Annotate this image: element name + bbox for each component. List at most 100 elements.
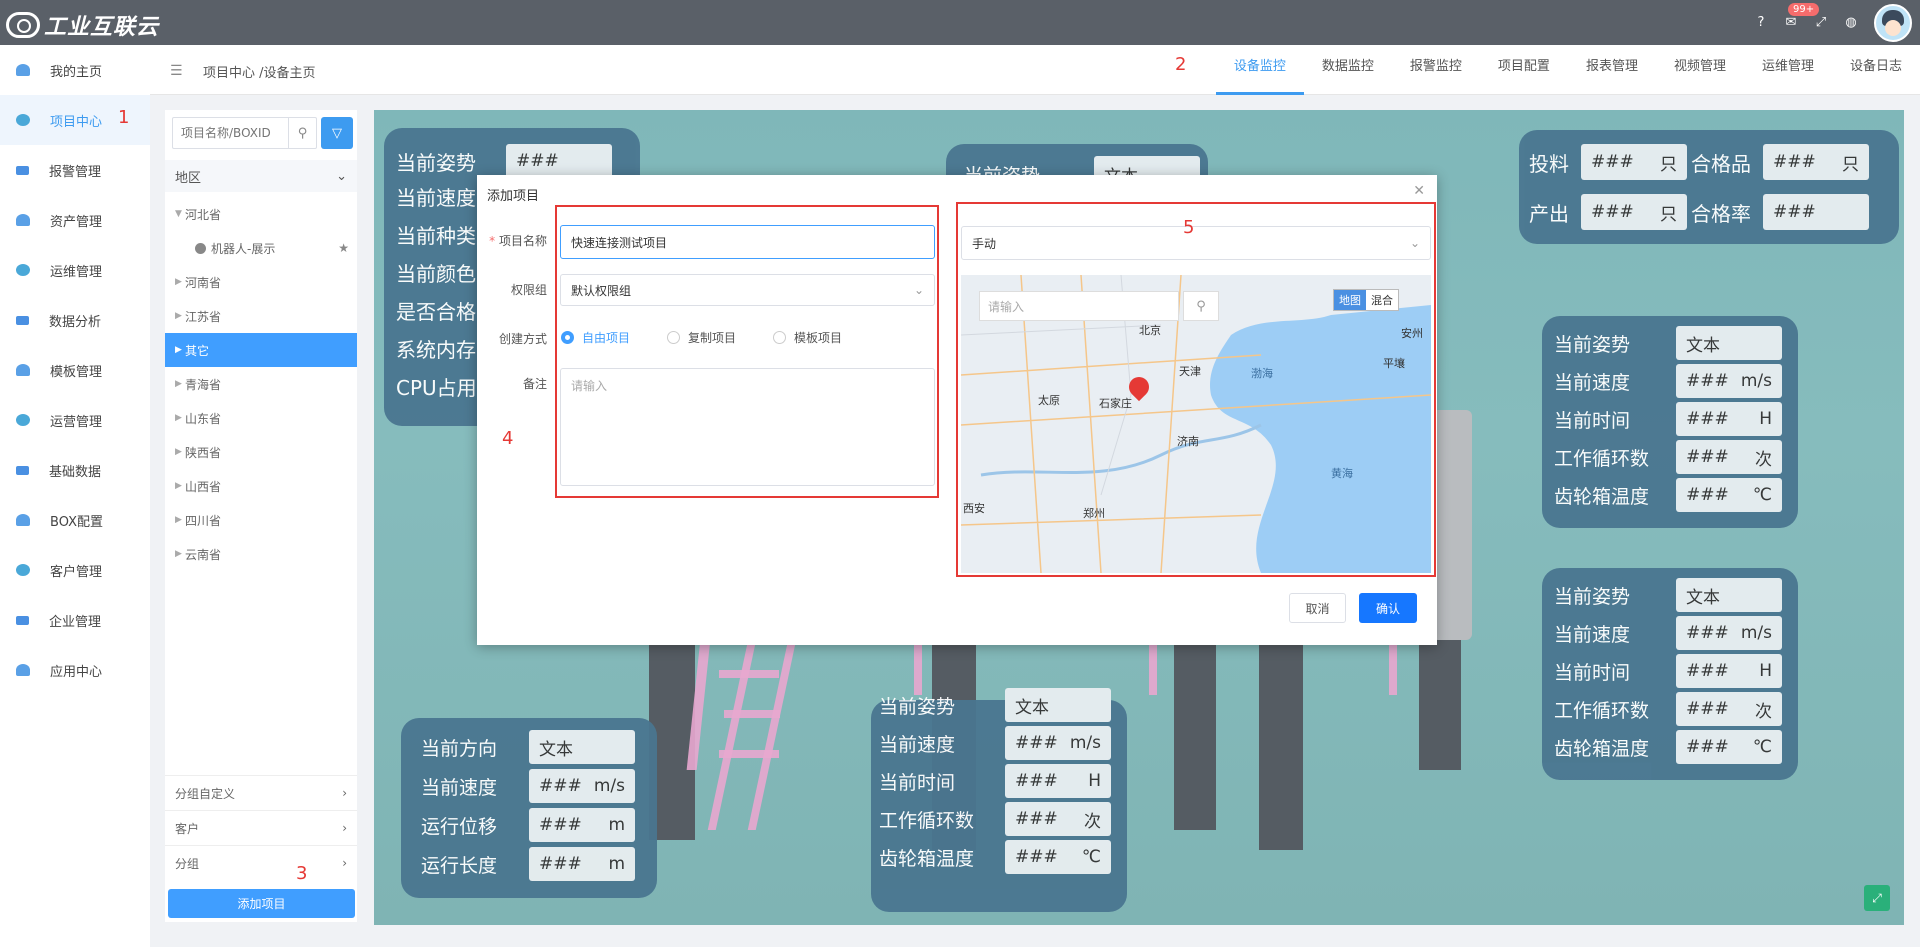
caret-down-icon: ▼ bbox=[175, 209, 182, 219]
card-value-box: 文本 bbox=[1005, 688, 1111, 722]
tab[interactable]: 运维管理 bbox=[1744, 45, 1832, 95]
card-value: ### bbox=[1015, 771, 1058, 791]
project-search-input[interactable] bbox=[173, 126, 288, 140]
avatar[interactable] bbox=[1874, 3, 1912, 42]
sidebar-item[interactable]: 客户管理 bbox=[0, 545, 150, 595]
card-label: 当前姿势 bbox=[1554, 585, 1631, 608]
annotation-4: 4 bbox=[502, 428, 514, 449]
sidebar-item[interactable]: 资产管理 bbox=[0, 195, 150, 245]
sidebar-item[interactable]: 报警管理 bbox=[0, 145, 150, 195]
card-row: 工作循环数 ### 次 bbox=[879, 802, 1111, 836]
breadcrumb: 项目中心 /设备主页 bbox=[203, 66, 316, 81]
menu-toggle-icon[interactable]: ☰ bbox=[170, 63, 183, 79]
tree-region-item[interactable]: ▶ 江苏省 bbox=[165, 299, 357, 333]
tree-item-label: 河北省 bbox=[185, 207, 222, 222]
help-icon[interactable]: ? bbox=[1754, 15, 1768, 30]
language-icon[interactable]: ◍ bbox=[1844, 15, 1858, 30]
main-tabs: 设备监控 数据监控 报警监控 项目配置 报表管理 视频管理 运维管理 设备日志 bbox=[1215, 45, 1920, 95]
asset-icon bbox=[16, 214, 30, 226]
scene-fullscreen-button[interactable]: ⤢ bbox=[1864, 885, 1890, 911]
card-row: 当前速度 ### m/s bbox=[1554, 616, 1782, 650]
sidebar-item-label: 基础数据 bbox=[49, 464, 102, 480]
tab[interactable]: 项目配置 bbox=[1480, 45, 1568, 95]
sidebar-item[interactable]: 项目中心 1 bbox=[0, 95, 150, 145]
tree-region-item[interactable]: ▶ 四川省 bbox=[165, 503, 357, 537]
sidebar-item-label: BOX配置 bbox=[50, 514, 103, 530]
app-logo[interactable]: 工业互联云 bbox=[6, 9, 159, 41]
caret-right-icon: ▶ bbox=[175, 549, 182, 559]
group-group[interactable]: 分组 › bbox=[165, 845, 357, 880]
top-bar: 工业互联云 ? ✉ 99+ ⤢ ◍ bbox=[0, 0, 1920, 45]
card-value-box: 文本 bbox=[1676, 326, 1782, 360]
sidebar-item-label: 应用中心 bbox=[50, 664, 103, 680]
add-project-button[interactable]: 添加项目 bbox=[168, 889, 355, 918]
tab[interactable]: 数据监控 bbox=[1304, 45, 1392, 95]
tab[interactable]: 报警监控 bbox=[1392, 45, 1480, 95]
card-label: 当前时间 bbox=[1554, 409, 1631, 432]
sidebar-item[interactable]: 运维管理 bbox=[0, 245, 150, 295]
tree-leaf-item[interactable]: 机器人-展示 ★ bbox=[165, 231, 357, 265]
card-unit: 只 bbox=[1660, 204, 1677, 225]
star-icon[interactable]: ★ bbox=[338, 241, 349, 255]
close-icon[interactable]: ✕ bbox=[1413, 183, 1425, 199]
tree-item-label: 其它 bbox=[185, 343, 210, 358]
card-value: ### bbox=[1015, 733, 1058, 753]
chevron-down-icon: ⌄ bbox=[336, 168, 347, 184]
card-row: 当前时间 ### H bbox=[1554, 402, 1782, 436]
sidebar-item[interactable]: 企业管理 bbox=[0, 595, 150, 645]
project-icon bbox=[16, 114, 30, 126]
tab[interactable]: 视频管理 bbox=[1656, 45, 1744, 95]
sidebar-item-label: 数据分析 bbox=[49, 314, 102, 330]
group-custom[interactable]: 分组自定义 › bbox=[165, 775, 357, 810]
tree-item-label: 陕西省 bbox=[185, 445, 222, 460]
fullscreen-icon: ⤢ bbox=[1872, 890, 1882, 905]
group-customer[interactable]: 客户 › bbox=[165, 810, 357, 845]
region-header[interactable]: 地区 ⌄ bbox=[165, 160, 357, 192]
tree-region-item[interactable]: ▶ 其它 bbox=[165, 333, 357, 367]
tab[interactable]: 报表管理 bbox=[1568, 45, 1656, 95]
card-row: 当前姿势 文本 bbox=[1554, 578, 1782, 612]
cancel-button[interactable]: 取消 bbox=[1289, 593, 1346, 623]
tab[interactable]: 设备日志 bbox=[1832, 45, 1920, 95]
tree-region-item[interactable]: ▶ 云南省 bbox=[165, 537, 357, 571]
sidebar-item[interactable]: 应用中心 bbox=[0, 645, 150, 695]
sidebar-item[interactable]: 我的主页 bbox=[0, 45, 150, 95]
sidebar-item[interactable]: BOX配置 bbox=[0, 495, 150, 545]
card-value-box: ### 只 bbox=[1763, 144, 1869, 180]
conveyor-rail bbox=[1389, 645, 1397, 695]
caret-right-icon: ▶ bbox=[175, 447, 182, 457]
tab[interactable]: 设备监控 bbox=[1215, 45, 1304, 95]
tree-region-item[interactable]: ▶ 河南省 bbox=[165, 265, 357, 299]
database-icon bbox=[16, 465, 29, 475]
card-value-box: ### ℃ bbox=[1676, 478, 1782, 512]
tree-region-item[interactable]: ▶ 山东省 bbox=[165, 401, 357, 435]
tree-region-item[interactable]: ▼ 河北省 bbox=[165, 197, 357, 231]
chevron-right-icon: › bbox=[342, 856, 347, 870]
tree-region-item[interactable]: ▶ 山西省 bbox=[165, 469, 357, 503]
mail-icon[interactable]: ✉ 99+ bbox=[1784, 3, 1820, 30]
tree-region-item[interactable]: ▶ 陕西省 bbox=[165, 435, 357, 469]
sidebar-item-label: 模板管理 bbox=[50, 364, 103, 380]
sidebar-item[interactable]: 数据分析 bbox=[0, 295, 150, 345]
sidebar-item-label: 运维管理 bbox=[50, 264, 103, 280]
fullscreen-icon[interactable]: ⤢ bbox=[1814, 15, 1828, 30]
card-value: ### bbox=[1686, 699, 1729, 719]
tree-region-item[interactable]: ▶ 青海省 bbox=[165, 367, 357, 401]
confirm-button[interactable]: 确认 bbox=[1359, 593, 1417, 623]
sidebar-item[interactable]: 基础数据 bbox=[0, 445, 150, 495]
card-label: 投料 bbox=[1529, 151, 1569, 176]
sidebar-item[interactable]: 运营管理 bbox=[0, 395, 150, 445]
sidebar-item[interactable]: 模板管理 bbox=[0, 345, 150, 395]
card-value: ### bbox=[1686, 737, 1729, 757]
caret-right-icon: ▶ bbox=[175, 345, 182, 355]
search-icon[interactable]: ⚲ bbox=[288, 118, 316, 148]
card-label: 当前姿势 bbox=[396, 150, 476, 175]
card-label: 当前时间 bbox=[1554, 661, 1631, 684]
card-value: ### bbox=[1773, 152, 1816, 172]
card-label: 当前速度 bbox=[879, 733, 956, 756]
filter-button[interactable]: ▽ bbox=[321, 117, 353, 149]
sidebar-item-label: 我的主页 bbox=[50, 64, 103, 80]
card-value-box: ### m/s bbox=[529, 769, 635, 803]
caret-right-icon: ▶ bbox=[175, 379, 182, 389]
tree-item-label: 青海省 bbox=[185, 377, 222, 392]
